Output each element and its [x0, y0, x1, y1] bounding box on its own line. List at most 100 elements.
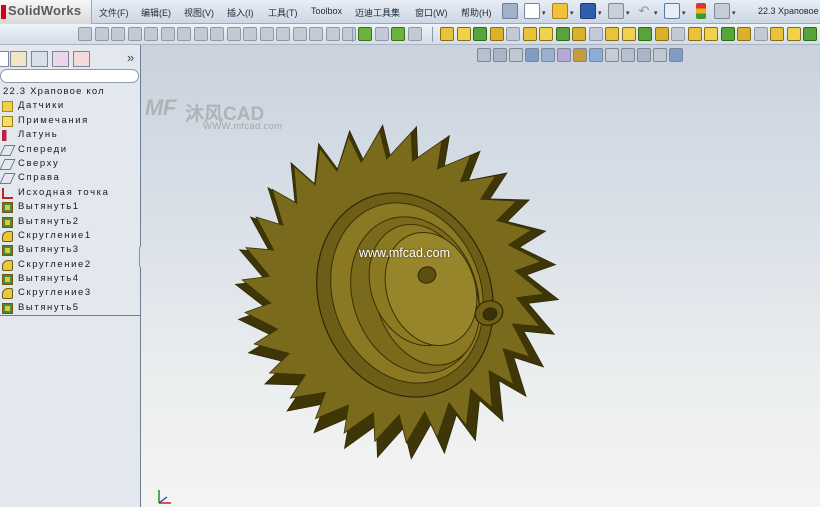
- select-arrow-icon[interactable]: [664, 3, 680, 19]
- tree-item[interactable]: Скругление1: [0, 229, 141, 243]
- sketch-tool-icon[interactable]: [342, 27, 356, 41]
- smart-dimension-icon[interactable]: [374, 27, 389, 41]
- menu-insert[interactable]: 插入(I): [227, 6, 254, 19]
- tree-item[interactable]: Исходная точка: [0, 186, 141, 200]
- feature-tool-icon[interactable]: [440, 27, 454, 41]
- tree-item[interactable]: Вытянуть3: [0, 243, 141, 257]
- feature-tool-icon[interactable]: [621, 27, 636, 41]
- sketch-tool-icon[interactable]: [177, 27, 191, 41]
- feature-tool-icon[interactable]: [803, 27, 817, 41]
- save-icon[interactable]: [580, 3, 596, 19]
- sketch-tool-icon[interactable]: [160, 27, 175, 41]
- feature-filter[interactable]: [0, 69, 139, 83]
- chevron-down-icon[interactable]: ▾: [654, 9, 658, 17]
- menu-toolbox[interactable]: Toolbox: [311, 6, 342, 16]
- chevron-right-icon[interactable]: »: [127, 50, 134, 65]
- menu-maidi[interactable]: 迈迪工具集: [355, 6, 400, 19]
- feature-tool-icon[interactable]: [638, 27, 652, 41]
- rebuild-icon[interactable]: [696, 3, 706, 19]
- sketch-tool-icon[interactable]: [276, 27, 290, 41]
- feature-tool-icon[interactable]: [456, 27, 471, 41]
- tree-item[interactable]: Скругление3: [0, 286, 141, 300]
- print-icon[interactable]: [608, 3, 624, 19]
- undo-icon[interactable]: ↶: [636, 3, 652, 19]
- feature-tool-icon[interactable]: [654, 27, 669, 41]
- options-icon[interactable]: [714, 3, 730, 19]
- feature-tool-icon[interactable]: [737, 27, 751, 41]
- tree-item[interactable]: Вытянуть1: [0, 200, 141, 214]
- tree-item-label: Латунь: [18, 129, 59, 141]
- app-logo[interactable]: SolidWorks: [0, 0, 92, 24]
- feature-tool-icon[interactable]: [572, 27, 586, 41]
- sketch-tool-icon[interactable]: [226, 27, 241, 41]
- smart-dimension-icon[interactable]: [391, 27, 405, 41]
- sketch-tool-icon[interactable]: [193, 27, 208, 41]
- feature-tool-icon[interactable]: [555, 27, 570, 41]
- chevron-down-icon[interactable]: ▾: [732, 9, 736, 17]
- tree-item[interactable]: Примечания: [0, 114, 141, 128]
- chevron-down-icon[interactable]: ▾: [542, 9, 546, 17]
- smart-dimension-icon[interactable]: [358, 27, 372, 41]
- chevron-down-icon[interactable]: ▾: [682, 9, 686, 17]
- pin-icon[interactable]: [502, 3, 518, 19]
- feature-tool-icon[interactable]: [770, 27, 784, 41]
- open-folder-icon[interactable]: [552, 3, 568, 19]
- menu-help[interactable]: 帮助(H): [461, 6, 492, 19]
- sketch-tool-icon[interactable]: [309, 27, 323, 41]
- feature-tool-icon[interactable]: [687, 27, 702, 41]
- feature-tree-tab[interactable]: [0, 51, 9, 67]
- sketch-tool-icon[interactable]: [210, 27, 224, 41]
- feature-tool-icon[interactable]: [720, 27, 735, 41]
- feature-tool-icon[interactable]: [605, 27, 619, 41]
- sketch-tool-icon[interactable]: [94, 27, 109, 41]
- tree-root[interactable]: 22.3 Храповое кол: [0, 85, 141, 99]
- property-tab[interactable]: [10, 51, 27, 67]
- new-document-icon[interactable]: [524, 3, 540, 19]
- plane-icon: [0, 144, 16, 156]
- display-tab[interactable]: [73, 51, 90, 67]
- tree-item[interactable]: Латунь: [0, 128, 141, 142]
- feature-tool-icon[interactable]: [473, 27, 487, 41]
- sketch-tool-icon[interactable]: [111, 27, 125, 41]
- chevron-down-icon[interactable]: ▾: [626, 9, 630, 17]
- feature-tool-icon[interactable]: [704, 27, 718, 41]
- chevron-down-icon[interactable]: ▾: [570, 9, 574, 17]
- tree-item[interactable]: Спереди: [0, 143, 141, 157]
- menu-tools[interactable]: 工具(T): [268, 6, 298, 19]
- tree-item[interactable]: Сверху: [0, 157, 141, 171]
- tree-item[interactable]: Датчики: [0, 99, 141, 113]
- feature-tool-icon[interactable]: [539, 27, 553, 41]
- menu-window[interactable]: 窗口(W): [415, 6, 448, 19]
- tree-item[interactable]: Справа: [0, 171, 141, 185]
- panel-tabs: »: [0, 49, 141, 67]
- sketch-tool-icon[interactable]: [144, 27, 158, 41]
- menu-view[interactable]: 视图(V): [184, 6, 214, 19]
- feature-tool-icon[interactable]: [489, 27, 504, 41]
- feature-tool-icon[interactable]: [522, 27, 537, 41]
- sketch-tool-icon[interactable]: [78, 27, 92, 41]
- configuration-tab[interactable]: [31, 51, 48, 67]
- feature-tool-icon[interactable]: [753, 27, 768, 41]
- toolbar-separator: [352, 27, 353, 42]
- feature-tool-icon[interactable]: [588, 27, 603, 41]
- sketch-tool-icon[interactable]: [292, 27, 307, 41]
- feature-tool-icon[interactable]: [506, 27, 520, 41]
- chevron-down-icon[interactable]: ▾: [598, 9, 602, 17]
- sketch-tool-icon[interactable]: [243, 27, 257, 41]
- tree-item[interactable]: Скругление2: [0, 258, 141, 272]
- tree-item[interactable]: Вытянуть4: [0, 272, 141, 286]
- graphics-area[interactable]: MF 沐风CAD WWW.mfcad.com www.mfcad.com: [141, 45, 820, 507]
- feature-tool-icon[interactable]: [786, 27, 801, 41]
- sketch-tool-icon[interactable]: [325, 27, 340, 41]
- tree-item[interactable]: Вытянуть2: [0, 215, 141, 229]
- tree-rollback-bar[interactable]: [0, 315, 141, 316]
- sketch-tool-icon[interactable]: [259, 27, 274, 41]
- smart-dimension-icon[interactable]: [407, 27, 422, 41]
- sketch-tool-icon[interactable]: [127, 27, 142, 41]
- menu-edit[interactable]: 编辑(E): [141, 6, 171, 19]
- tree-item[interactable]: Вытянуть5: [0, 301, 141, 315]
- ratchet-wheel-model[interactable]: [141, 45, 820, 507]
- feature-tool-icon[interactable]: [671, 27, 685, 41]
- menu-file[interactable]: 文件(F): [99, 6, 129, 19]
- dimxpert-tab[interactable]: [52, 51, 69, 67]
